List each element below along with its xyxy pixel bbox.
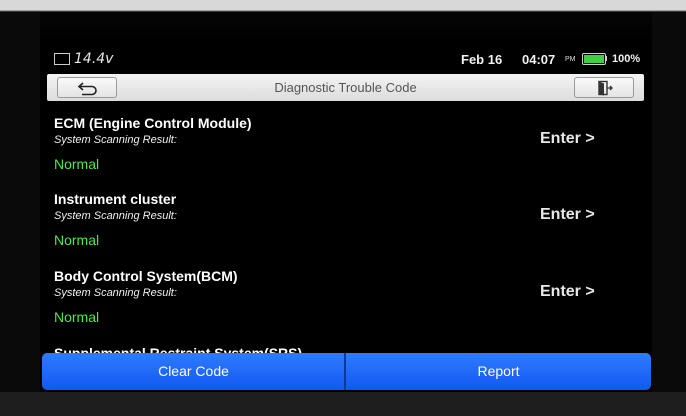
scan-status: Normal — [54, 309, 100, 325]
clear-code-button[interactable]: Clear Code — [42, 353, 345, 390]
device-bezel-top — [0, 0, 686, 45]
scan-status: Normal — [54, 156, 100, 172]
title-bar: Diagnostic Trouble Code — [47, 74, 644, 101]
exit-icon — [598, 80, 613, 96]
scan-result-label: System Scanning Result: — [54, 134, 177, 146]
battery-icon — [582, 53, 606, 65]
device-screen: 14.4v Feb 16 04:07 PM 100% Diagnostic Tr… — [40, 45, 652, 392]
scan-status: Normal — [54, 232, 100, 248]
report-button[interactable]: Report — [346, 353, 651, 390]
status-time: 04:07 — [522, 52, 556, 67]
battery-percent: 100% — [612, 53, 641, 65]
enter-button[interactable]: Enter > — [540, 283, 595, 301]
device-bezel-bottom — [0, 392, 686, 416]
action-bar: Clear Code Report — [40, 353, 652, 392]
enter-button[interactable]: Enter > — [540, 206, 595, 224]
voltage-readout: 14.4v — [74, 51, 114, 67]
enter-button[interactable]: Enter > — [540, 130, 595, 148]
system-name: Body Control System(BCM) — [54, 268, 238, 284]
list-item[interactable]: ECM (Engine Control Module) System Scann… — [40, 115, 652, 185]
page-title: Diagnostic Trouble Code — [274, 80, 417, 95]
battery-tip — [605, 56, 607, 61]
device-bezel-left — [0, 12, 40, 392]
status-bar: 14.4v Feb 16 04:07 PM 100% — [40, 45, 652, 71]
list-item[interactable]: Instrument cluster System Scanning Resul… — [40, 191, 652, 261]
battery-fill — [584, 55, 604, 63]
exit-button[interactable] — [574, 77, 634, 98]
scan-result-label: System Scanning Result: — [54, 210, 177, 222]
system-name: Instrument cluster — [54, 191, 177, 207]
status-date: Feb 16 — [461, 52, 503, 67]
scan-result-label: System Scanning Result: — [54, 287, 177, 299]
vehicle-battery-icon — [54, 53, 70, 65]
status-ampm: PM — [565, 56, 576, 63]
system-name: ECM (Engine Control Module) — [54, 115, 252, 131]
list-item[interactable]: Body Control System(BCM) System Scanning… — [40, 268, 652, 338]
device-bezel-right — [652, 12, 686, 392]
